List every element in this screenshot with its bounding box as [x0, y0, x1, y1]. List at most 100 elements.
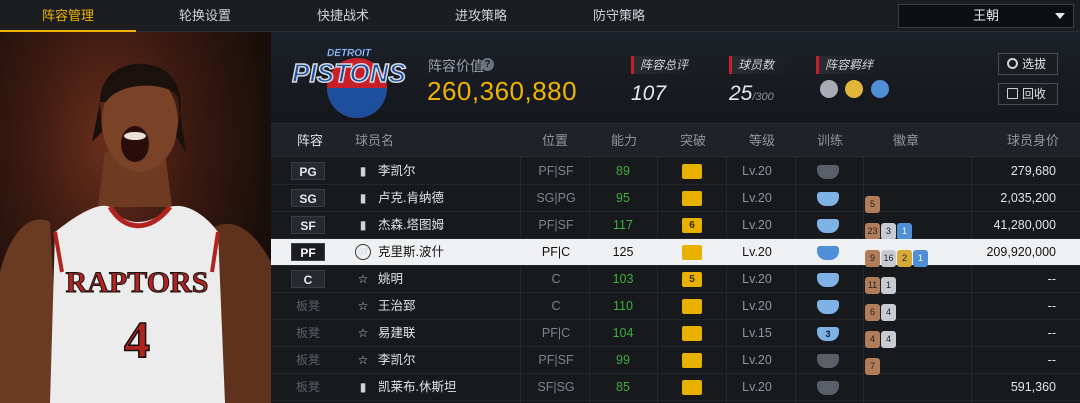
col-level[interactable]: 等级 — [749, 124, 775, 157]
help-icon[interactable]: ? — [481, 58, 494, 71]
training-shield-icon — [817, 165, 839, 179]
table-row[interactable]: PF 07 克里斯.波什 PF|C 125 Lv.20 9 16 2 1 209,920,000 — [271, 239, 1080, 267]
breakthrough-crown-icon: 5 — [682, 272, 702, 287]
col-training[interactable]: 训练 — [817, 124, 843, 157]
lineup-value-label: 阵容价值 — [428, 58, 484, 74]
player-position: PF|SF — [538, 353, 574, 367]
col-ability[interactable]: 能力 — [611, 124, 637, 157]
player-name[interactable]: 姚明 — [378, 266, 403, 293]
position-slot[interactable]: PG — [291, 162, 325, 180]
table-row[interactable]: SF ▮ 杰森.塔图姆 PF|SF 117 Lv.20 6 23 3 1 41,280,000 — [271, 212, 1080, 240]
bond-gold-icon[interactable] — [845, 80, 864, 98]
select-button[interactable]: 选拔 — [998, 53, 1058, 75]
player-level: Lv.20 — [742, 164, 772, 178]
svg-text:PISTONS: PISTONS — [292, 58, 406, 88]
player-level: Lv.20 — [742, 299, 772, 313]
player-name[interactable]: 李凯尔 — [378, 347, 416, 374]
player-salary: 279,680 — [1010, 164, 1056, 178]
training-shield-icon — [817, 300, 839, 314]
player-name[interactable]: 卢克.肯纳德 — [378, 185, 444, 212]
bench-slot[interactable]: 板凳 — [291, 293, 325, 320]
bond-blue-icon[interactable] — [870, 80, 889, 98]
tab-lineup[interactable]: 阵容管理 — [0, 0, 136, 32]
player-salary: 591,360 — [1010, 380, 1056, 394]
training-shield-icon — [817, 192, 839, 206]
position-slot[interactable]: PF — [291, 243, 325, 261]
recycle-icon — [1007, 88, 1018, 99]
player-position: SG|PG — [536, 191, 576, 205]
badge-icon: 23 — [865, 223, 880, 240]
bench-slot[interactable]: 板凳 — [291, 347, 325, 374]
badge-icon: 6 — [865, 304, 880, 321]
player-level: Lv.20 — [742, 218, 772, 232]
table-header: 阵容 球员名 位置 能力 突破 等级 训练 徽章 球员身价 — [271, 124, 1080, 157]
player-ability: 125 — [612, 245, 634, 259]
tab-rotation[interactable]: 轮换设置 — [136, 0, 274, 32]
table-row[interactable]: PG ▮ 李凯尔 PF|SF 89 Lv.20 279,680 — [271, 158, 1080, 185]
player-position: PF|C — [541, 326, 571, 340]
player-salary: 209,920,000 — [986, 245, 1056, 259]
position-slot[interactable]: SG — [291, 189, 325, 207]
table-row[interactable]: 板凳 ☆ 王治郅 C 110 Lv.20 6 4 -- — [271, 293, 1080, 321]
col-lineup[interactable]: 阵容 — [297, 124, 323, 157]
table-row[interactable]: 板凳 ☆ 易建联 PF|C 104 Lv.15 3 4 4 -- — [271, 320, 1080, 348]
bond-silver-icon[interactable] — [820, 80, 838, 98]
table-row[interactable]: SG ▮ 卢克.肯纳德 SG|PG 95 Lv.20 5 2,035,200 — [271, 185, 1080, 213]
player-name[interactable]: 李凯尔 — [378, 158, 416, 185]
player-position: SF|SG — [537, 380, 575, 394]
bench-slot[interactable]: 板凳 — [291, 374, 325, 401]
player-portrait: RAPTORS 4 — [0, 32, 271, 403]
badge-icon: 2 — [897, 250, 912, 267]
signal-bars-icon: ▮ — [359, 191, 367, 205]
table-row[interactable]: 板凳 ☆ 李凯尔 PF|SF 99 Lv.20 7 -- — [271, 347, 1080, 375]
col-breakthrough[interactable]: 突破 — [680, 124, 706, 157]
position-slot[interactable]: SF — [291, 216, 325, 234]
badge-list: 5 — [865, 190, 881, 213]
col-position[interactable]: 位置 — [542, 124, 568, 157]
player-ability: 117 — [613, 218, 633, 232]
tab-offense[interactable]: 进攻策略 — [412, 0, 550, 32]
badge-icon: 4 — [881, 304, 896, 321]
player-count-label: 球员数 — [729, 56, 789, 74]
player-ability: 95 — [616, 191, 630, 205]
star-icon: ☆ — [357, 353, 369, 367]
recycle-button[interactable]: 回收 — [998, 83, 1058, 105]
col-salary[interactable]: 球员身价 — [1007, 124, 1059, 157]
player-ability: 99 — [616, 353, 630, 367]
player-name[interactable]: 易建联 — [378, 320, 416, 347]
table-row[interactable]: C ☆ 姚明 C 103 Lv.20 5 11 1 -- — [271, 266, 1080, 294]
bench-slot[interactable]: 板凳 — [291, 320, 325, 347]
lineup-value: 260,360,880 — [427, 76, 578, 106]
player-level: Lv.20 — [742, 380, 772, 394]
signal-bars-icon: ▮ — [359, 380, 367, 394]
player-ability: 89 — [616, 164, 630, 178]
team-select-dropdown[interactable]: 王朝 — [898, 4, 1074, 28]
badge-icon: 9 — [865, 250, 880, 267]
chevron-down-icon — [1055, 13, 1065, 19]
player-salary: -- — [1047, 299, 1056, 313]
star-icon: ☆ — [357, 299, 369, 313]
table-row[interactable]: 板凳 ▮ 凯莱布.休斯坦 SF|SG 85 Lv.20 591,360 — [271, 374, 1080, 401]
tab-tactics[interactable]: 快捷战术 — [274, 0, 412, 32]
player-name[interactable]: 王治郅 — [378, 293, 416, 320]
breakthrough-crown-icon — [682, 353, 702, 368]
tab-defense[interactable]: 防守策略 — [550, 0, 688, 32]
position-slot[interactable]: C — [291, 270, 325, 288]
badge-list: 23 3 1 — [865, 217, 913, 240]
badge-icon: 5 — [865, 196, 880, 213]
col-badges[interactable]: 徽章 — [893, 124, 919, 157]
player-level: Lv.20 — [742, 272, 772, 286]
col-name[interactable]: 球员名 — [355, 124, 394, 157]
breakthrough-crown-icon — [682, 326, 702, 341]
player-name[interactable]: 克里斯.波什 — [378, 239, 444, 266]
player-name[interactable]: 凯莱布.休斯坦 — [378, 374, 456, 401]
breakthrough-crown-icon — [682, 380, 702, 395]
breakthrough-crown-icon — [682, 164, 702, 179]
breakthrough-crown-icon — [682, 299, 702, 314]
team-select-value: 王朝 — [972, 8, 999, 23]
bond-icons[interactable] — [820, 80, 892, 103]
breakthrough-crown-icon — [682, 191, 702, 206]
player-name[interactable]: 杰森.塔图姆 — [378, 212, 444, 239]
badge-list: 11 1 — [865, 271, 897, 294]
training-shield-icon — [817, 273, 839, 287]
